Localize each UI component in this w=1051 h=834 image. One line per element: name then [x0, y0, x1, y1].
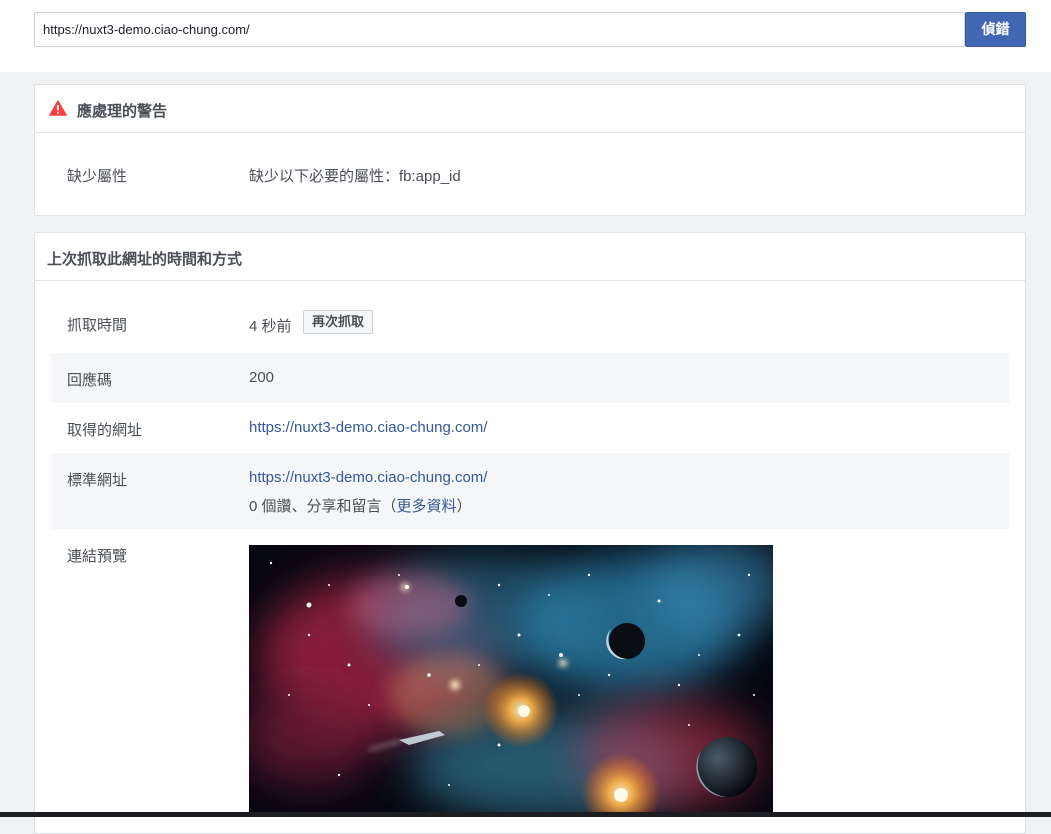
- warnings-panel-title: 應處理的警告: [77, 103, 168, 120]
- more-info-link[interactable]: 更多資料: [397, 498, 457, 515]
- response-code-value: 200: [249, 369, 275, 386]
- link-preview-label: 連結預覽: [67, 548, 128, 565]
- fetch-time-row: 抓取時間 4 秒前 再次抓取: [51, 305, 1009, 353]
- warnings-panel: 應處理的警告 缺少屬性 缺少以下必要的屬性：fb:app_id: [34, 84, 1026, 216]
- engagement-prefix: 0 個讚、分享和留言（: [249, 498, 397, 515]
- missing-property-label: 缺少屬性: [67, 168, 128, 185]
- canonical-url-row: 標準網址 https://nuxt3-demo.ciao-chung.com/ …: [51, 453, 1009, 529]
- space-nebula-image: [249, 545, 773, 815]
- top-search-bar: 偵錯: [0, 0, 1051, 72]
- fetched-url-row: 取得的網址 https://nuxt3-demo.ciao-chung.com/: [51, 403, 1009, 453]
- engagement-suffix: ）: [456, 498, 472, 515]
- fetched-url-value: https://nuxt3-demo.ciao-chung.com/: [249, 419, 487, 436]
- response-code-label: 回應碼: [67, 372, 113, 389]
- scrape-info-panel: 上次抓取此網址的時間和方式 抓取時間 4 秒前 再次抓取 回應碼 200 取得的…: [34, 232, 1026, 834]
- bottom-edge-bar: [0, 812, 1051, 817]
- missing-property-value: 缺少以下必要的屬性：fb:app_id: [249, 168, 461, 185]
- missing-property-row: 缺少屬性 缺少以下必要的屬性：fb:app_id: [51, 133, 1009, 214]
- fetch-time-value-wrap: 4 秒前 再次抓取: [249, 310, 374, 336]
- warnings-panel-header: 應處理的警告: [35, 85, 1025, 133]
- fetch-time-value: 4 秒前: [249, 318, 292, 335]
- scrape-panel-title: 上次抓取此網址的時間和方式: [47, 251, 243, 268]
- fetch-time-label: 抓取時間: [67, 317, 128, 334]
- debug-button[interactable]: 偵錯: [965, 12, 1026, 47]
- scrape-panel-header: 上次抓取此網址的時間和方式: [35, 233, 1025, 281]
- canonical-url-label: 標準網址: [67, 472, 128, 489]
- response-code-row: 回應碼 200: [51, 353, 1009, 403]
- fetched-url-label: 取得的網址: [67, 422, 143, 439]
- engagement-text: 0 個讚、分享和留言（更多資料）: [249, 495, 472, 516]
- warning-triangle-icon: [49, 100, 67, 116]
- canonical-url-value: https://nuxt3-demo.ciao-chung.com/: [249, 469, 487, 486]
- canonical-url-link[interactable]: https://nuxt3-demo.ciao-chung.com/: [249, 469, 487, 486]
- fetched-url-link[interactable]: https://nuxt3-demo.ciao-chung.com/: [249, 419, 487, 436]
- link-preview-image[interactable]: [249, 545, 773, 815]
- url-input[interactable]: [34, 12, 965, 47]
- rescrape-button[interactable]: 再次抓取: [303, 310, 374, 334]
